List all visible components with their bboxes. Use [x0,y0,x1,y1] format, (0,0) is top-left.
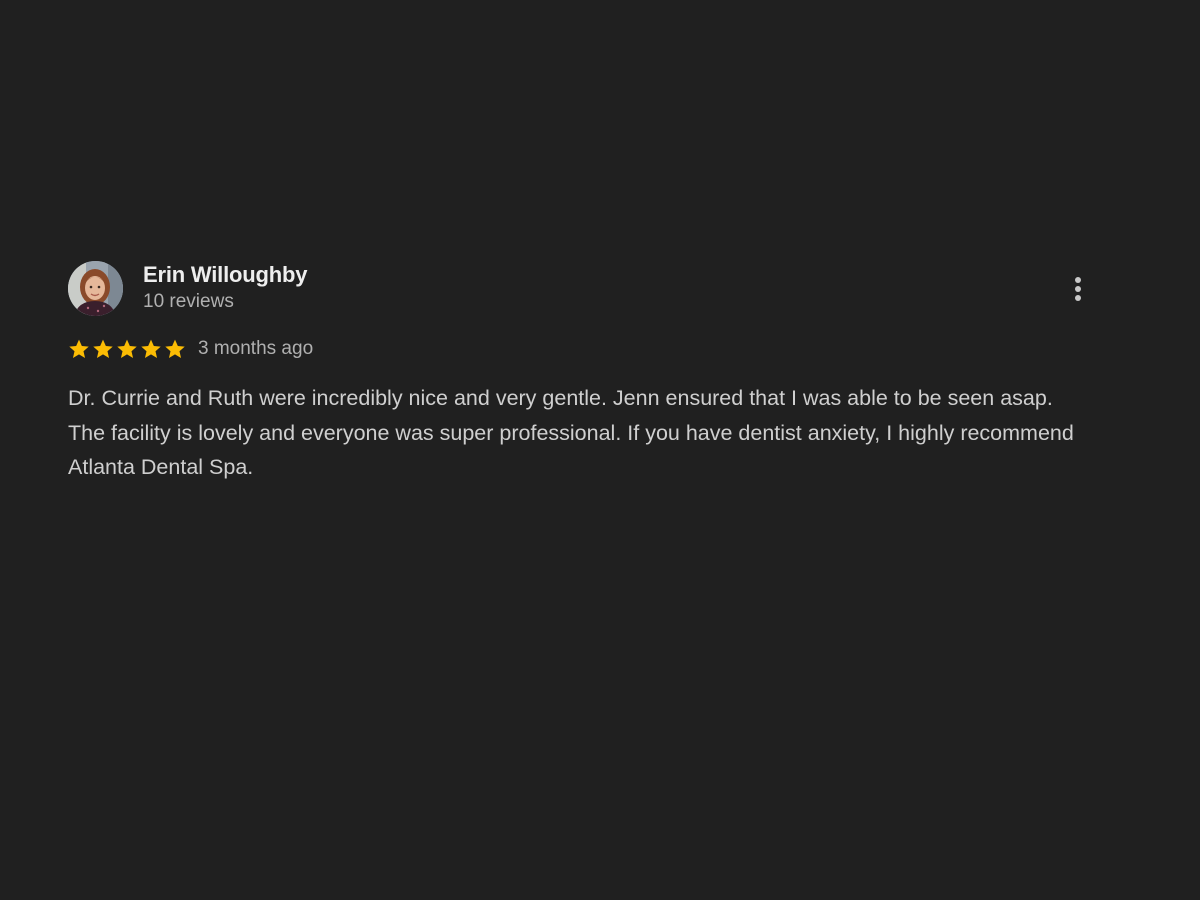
more-vert-icon-dot [1075,286,1081,292]
more-vert-icon-dot [1075,295,1081,301]
avatar[interactable] [68,261,123,316]
star-icon [93,339,113,358]
reviewer-photo-icon [68,261,123,316]
review-card: Erin Willoughby 10 reviews 3 months ago … [68,261,1098,479]
review-date: 3 months ago [198,338,314,359]
rating-row: 3 months ago [68,335,313,363]
star-icon [117,339,137,358]
review-header: Erin Willoughby 10 reviews [68,261,1098,317]
star-icon [69,339,89,358]
star-rating [68,338,186,360]
star-icon [141,339,161,358]
reviewer-name[interactable]: Erin Willoughby [143,262,307,288]
review-text: Dr. Currie and Ruth were incredibly nice… [68,386,1074,479]
more-vert-icon-dot [1075,277,1081,283]
star-icon [165,339,185,358]
more-options-button[interactable] [1064,269,1092,309]
reviewer-review-count[interactable]: 10 reviews [143,291,234,313]
